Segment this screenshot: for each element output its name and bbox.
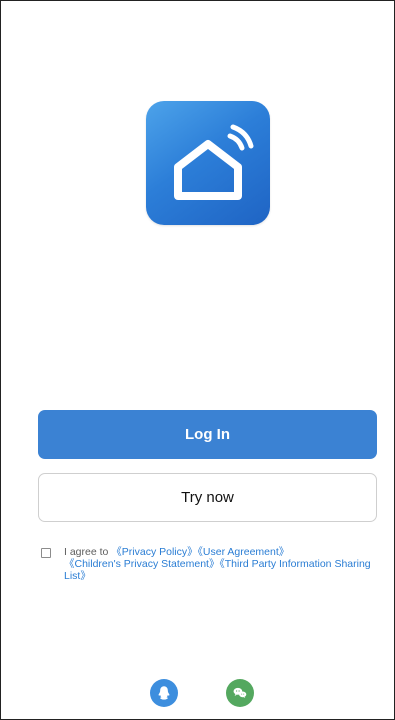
qq-login-button[interactable] <box>150 679 178 707</box>
agreement-checkbox[interactable] <box>41 548 51 558</box>
wechat-icon <box>231 684 249 702</box>
wechat-login-button[interactable] <box>226 679 254 707</box>
qq-icon <box>155 684 173 702</box>
try-now-button[interactable]: Try now <box>38 473 377 522</box>
login-button[interactable]: Log In <box>38 410 377 459</box>
agreement-prefix: I agree to <box>64 546 112 558</box>
children-privacy-statement-link[interactable]: 《Children's Privacy Statement》 <box>64 558 219 570</box>
privacy-policy-link[interactable]: 《Privacy Policy》 <box>111 546 197 558</box>
user-agreement-link[interactable]: 《User Agreement》 <box>198 546 290 558</box>
smart-home-logo-icon <box>146 101 270 225</box>
agreement-text: I agree to 《Privacy Policy》《User Agreeme… <box>64 546 382 582</box>
app-screen: Log In Try now I agree to 《Privacy Polic… <box>0 0 395 720</box>
